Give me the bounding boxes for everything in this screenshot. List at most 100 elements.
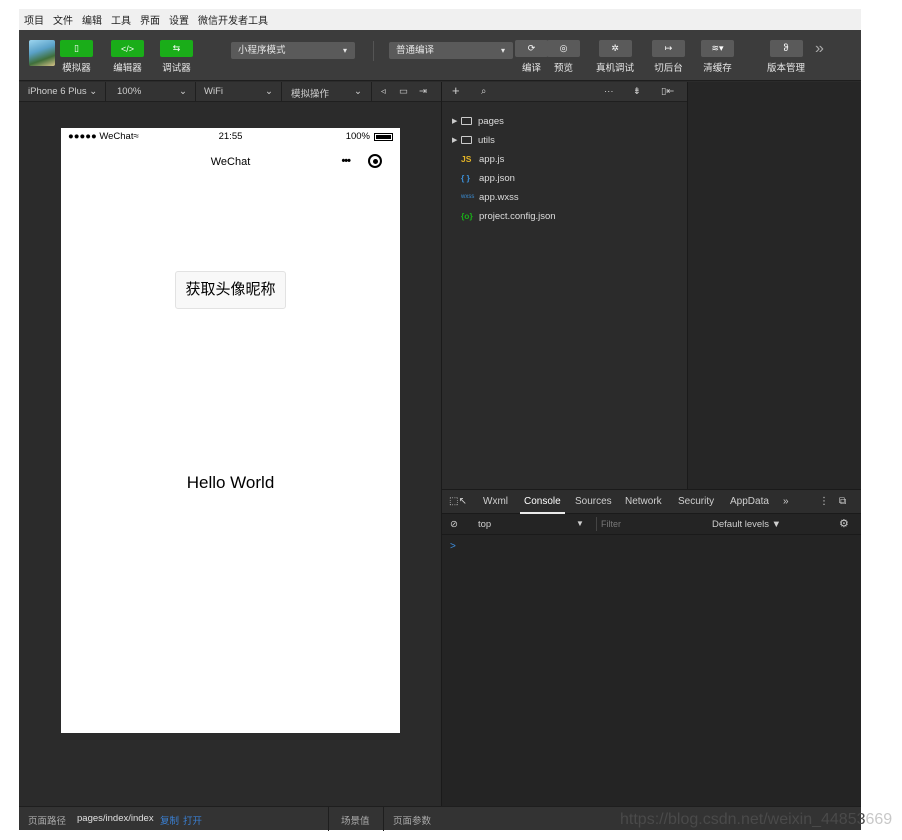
file-tree-item-project-config[interactable]: {o} project.config.json — [452, 208, 556, 224]
user-avatar[interactable] — [29, 40, 55, 66]
simulator-toggle-button[interactable]: ▯ 模拟器 — [60, 40, 93, 74]
tab-sources[interactable]: Sources — [575, 496, 612, 507]
file-tree-item-utils[interactable]: ▶ utils — [452, 132, 495, 148]
log-levels-select[interactable]: Default levels ▼ — [712, 519, 781, 530]
detach-icon[interactable]: ⇥ — [419, 86, 427, 97]
chevron-down-icon[interactable]: ⌄ — [179, 86, 187, 97]
add-file-icon[interactable]: + — [452, 83, 460, 98]
divider — [105, 82, 106, 102]
split-panel-icon[interactable]: ▯⇤ — [661, 86, 674, 97]
more-tools-icon[interactable]: » — [815, 40, 824, 58]
file-name: app.wxss — [479, 191, 519, 203]
menu-interface[interactable]: 界面 — [140, 12, 160, 27]
file-name: app.json — [479, 172, 515, 184]
menu-file[interactable]: 文件 — [53, 12, 73, 27]
caret-right-icon: ▶ — [452, 137, 458, 144]
folder-icon — [461, 136, 472, 144]
context-select[interactable]: top — [478, 519, 491, 530]
more-tabs-icon[interactable]: » — [783, 496, 789, 507]
console-filter-input[interactable]: Filter — [596, 517, 706, 531]
phone-nav-bar: WeChat ••• — [61, 144, 400, 180]
background-button[interactable]: ↦ 切后台 — [652, 40, 685, 74]
file-tree-item-app-wxss[interactable]: wxss app.wxss — [452, 189, 519, 205]
editor-toggle-button[interactable]: </> 编辑器 — [111, 40, 144, 74]
divider — [373, 41, 374, 61]
gear-icon[interactable]: ⚙ — [839, 517, 849, 530]
tab-console[interactable]: Console — [524, 496, 561, 507]
divider — [195, 82, 196, 102]
file-tree-item-app-json[interactable]: { } app.json — [452, 170, 515, 186]
volume-icon[interactable]: ◃ — [381, 86, 386, 97]
open-path-link[interactable]: 打开 — [183, 813, 202, 827]
console-filter-bar: ⊘ top ▼ Filter Default levels ▼ ⚙ — [442, 514, 861, 535]
version-button[interactable]: ჵ 版本管理 — [767, 40, 805, 74]
menu-project[interactable]: 项目 — [24, 12, 44, 27]
clear-console-icon[interactable]: ⊘ — [450, 519, 458, 530]
remote-debug-button[interactable]: ✲ 真机调试 — [596, 40, 634, 74]
clear-cache-button[interactable]: ≋▾ 清缓存 — [701, 40, 734, 74]
preview-button[interactable]: ◎ 预览 — [547, 40, 580, 74]
switch-icon: ↦ — [652, 40, 685, 57]
editor-label: 编辑器 — [113, 63, 142, 74]
close-miniprogram-icon[interactable] — [368, 154, 382, 168]
compile-mode-select[interactable]: 普通编译 ▾ — [389, 42, 513, 59]
menu-wechat-devtools[interactable]: 微信开发者工具 — [198, 12, 268, 27]
console-prompt[interactable]: > — [450, 541, 456, 552]
file-tree-item-pages[interactable]: ▶ pages — [452, 113, 504, 129]
menu-edit[interactable]: 编辑 — [82, 12, 102, 27]
more-icon[interactable]: ··· — [604, 86, 614, 97]
debugger-toggle-button[interactable]: ⇆ 调试器 — [160, 40, 193, 74]
file-name: pages — [478, 115, 504, 127]
caret-down-icon[interactable]: ▼ — [576, 519, 584, 528]
tab-security[interactable]: Security — [678, 496, 714, 507]
devtools-window: ▯ 模拟器 </> 编辑器 ⇆ 调试器 小程序模式 ▾ 普通编译 ▾ ⟳ 编译 … — [19, 30, 861, 831]
watermark: https://blog.csdn.net/weixin_44853669 — [620, 811, 893, 828]
mode-select[interactable]: 小程序模式 ▾ — [231, 42, 355, 59]
file-tree-item-app-js[interactable]: JS app.js — [452, 151, 504, 167]
network-select[interactable]: WiFi — [204, 86, 223, 97]
phone-status-bar: ●●●●● WeChat≈ 21:55 100% — [61, 128, 400, 144]
compile-button[interactable]: ⟳ 编译 — [515, 40, 548, 74]
battery-icon — [374, 132, 393, 141]
caret-down-icon: ▾ — [342, 46, 347, 55]
device-select[interactable]: iPhone 6 Plus ⌄ — [28, 86, 97, 97]
tab-network[interactable]: Network — [625, 496, 662, 507]
compile-label: 编译 — [521, 63, 541, 74]
debug-icon: ⇆ — [160, 40, 193, 57]
hello-text: Hello World — [186, 473, 275, 492]
debugger-tabs: ⬚↖ Wxml Console Sources Network Security… — [442, 490, 861, 514]
search-icon[interactable]: ⌕ — [481, 86, 486, 97]
zoom-select[interactable]: 100% — [117, 86, 141, 97]
scene-value-button[interactable]: 场景值 — [341, 813, 370, 827]
menu-tools[interactable]: 工具 — [111, 12, 131, 27]
divider — [328, 807, 329, 831]
inspect-icon[interactable]: ⬚↖ — [449, 496, 467, 507]
tab-appdata[interactable]: AppData — [730, 496, 769, 507]
collapse-icon[interactable]: ⇟ — [633, 86, 641, 97]
file-name: utils — [478, 134, 495, 146]
more-dots-icon[interactable]: ••• — [341, 155, 351, 167]
menu-dots-icon[interactable]: ⋮ — [819, 496, 829, 507]
mode-select-value: 小程序模式 — [238, 45, 286, 56]
chevron-down-icon[interactable]: ⌄ — [354, 86, 362, 97]
simulator-label: 模拟器 — [62, 63, 91, 74]
simulate-operation-select[interactable]: 模拟操作 — [291, 86, 329, 100]
caret-down-icon: ▾ — [500, 46, 505, 55]
rotate-icon[interactable]: ▭ — [399, 86, 408, 97]
menu-settings[interactable]: 设置 — [169, 12, 189, 27]
eye-icon: ◎ — [547, 40, 580, 57]
page-path-label: 页面路径 — [28, 816, 67, 827]
compile-mode-value: 普通编译 — [396, 45, 435, 56]
copy-path-link[interactable]: 复制 — [160, 813, 179, 827]
code-icon: </> — [111, 40, 144, 57]
file-name: project.config.json — [479, 210, 556, 222]
chevron-down-icon[interactable]: ⌄ — [265, 86, 273, 97]
get-userinfo-button[interactable]: 获取头像昵称 — [175, 271, 286, 309]
dock-icon[interactable]: ⧉ — [839, 496, 846, 507]
page-params-button[interactable]: 页面参数 — [393, 813, 431, 827]
tab-wxml[interactable]: Wxml — [483, 496, 508, 507]
editor-area[interactable] — [688, 82, 861, 489]
layers-icon: ≋▾ — [701, 40, 734, 57]
background-label: 切后台 — [654, 63, 683, 74]
preview-label: 预览 — [553, 63, 573, 74]
